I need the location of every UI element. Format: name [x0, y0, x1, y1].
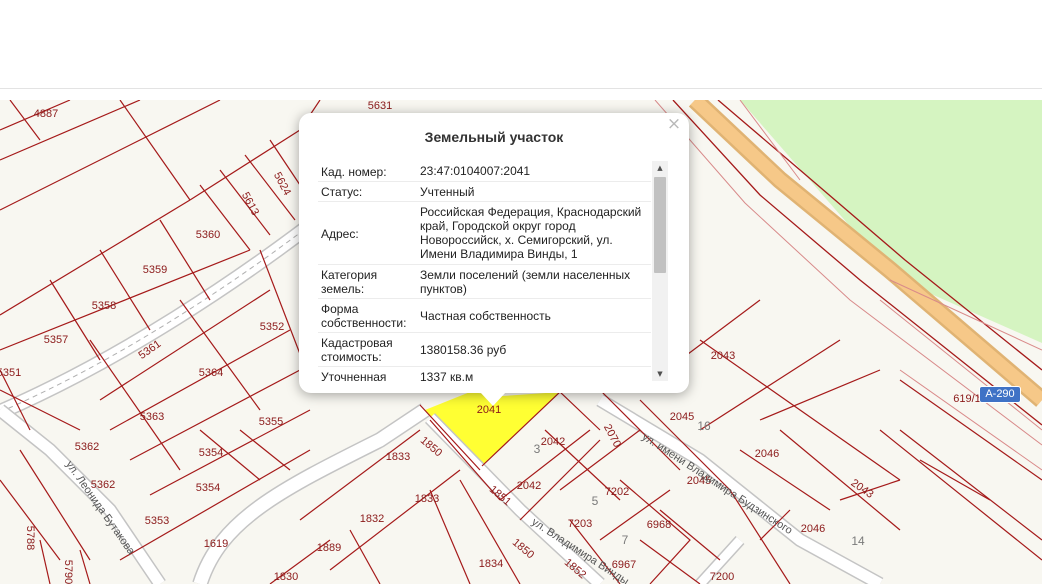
popup-pointer: [480, 392, 506, 406]
parcel-number-label: 7202: [605, 486, 629, 498]
parcel-number-label: 5360: [196, 229, 220, 241]
parcel-number-label: 2046: [755, 448, 779, 460]
parcel-number-label: 5631: [368, 100, 392, 112]
house-number-label: 16: [697, 419, 711, 433]
highway-badge: А-290: [979, 386, 1021, 403]
parcel-number-label: 5355: [259, 416, 283, 428]
parcel-number-label: 2042: [517, 480, 541, 492]
street-name-label: ул. Леонида Бутакова: [63, 459, 137, 558]
parcel-number-label: 5354: [196, 482, 220, 494]
parcel-number-label: 5354: [199, 447, 223, 459]
parcel-info-popup: × Земельный участок Кад. номер: 23:47:01…: [299, 113, 689, 393]
info-row-status: Статус: Учтенный: [318, 182, 651, 202]
info-label: Форма собственности:: [321, 302, 407, 330]
info-row-cadastral-number: Кад. номер: 23:47:0104007:2041: [318, 161, 651, 182]
parcel-number-label: 1834: [479, 558, 503, 570]
parcel-number-label: 5364: [199, 367, 223, 379]
parcel-number-label: 619/1: [953, 393, 981, 405]
info-row-address: Адрес: Российская Федерация, Краснодарск…: [318, 202, 651, 265]
parcel-number-label: 2043: [849, 477, 876, 501]
parcel-number-label: 1833: [415, 493, 439, 505]
popup-scrollbar[interactable]: ▲ ▼: [652, 161, 668, 381]
parcel-number-label: 5353: [145, 515, 169, 527]
parcel-number-label: 7203: [568, 518, 592, 530]
parcel-number-label: 6968: [647, 519, 671, 531]
parcel-number-label: 2070: [601, 422, 623, 449]
parcel-info-list[interactable]: Кад. номер: 23:47:0104007:2041 Статус: У…: [318, 161, 651, 381]
info-value: 23:47:0104007:2041: [420, 164, 531, 178]
scroll-down-arrow-icon[interactable]: ▼: [652, 367, 668, 381]
parcel-number-label: 5362: [75, 441, 99, 453]
parcel-number-label: 1832: [360, 513, 384, 525]
info-value: 1380158.36 руб: [420, 343, 507, 357]
house-number-label: 14: [851, 534, 865, 548]
parcel-number-label: 5358: [92, 300, 116, 312]
parcel-number-label: 5363: [140, 411, 164, 423]
parcel-number-label: 5351: [0, 367, 21, 379]
scroll-thumb[interactable]: [654, 177, 666, 273]
green-area: [740, 100, 1042, 343]
parcel-number-label: 5352: [260, 321, 284, 333]
parcel-number-label: 2046: [801, 523, 825, 535]
scroll-up-arrow-icon[interactable]: ▲: [652, 161, 668, 175]
parcel-number-label: 5357: [44, 334, 68, 346]
parcel-number-label: 5359: [143, 264, 167, 276]
parcel-number-label: 1619: [204, 538, 228, 550]
info-row-land-category: Категория земель: Земли поселений (земли…: [318, 265, 651, 299]
parcel-number-label: 5788: [24, 526, 36, 550]
info-row-ownership: Форма собственности: Частная собственнос…: [318, 299, 651, 333]
house-number-label: 7: [622, 533, 629, 547]
info-row-cadastral-value: Кадастровая стоимость: 1380158.36 руб: [318, 333, 651, 367]
info-label: Адрес:: [321, 226, 359, 241]
top-divider: [0, 88, 1042, 89]
parcel-number-label: 1889: [317, 542, 341, 554]
parcel-number-label: 2042: [541, 436, 565, 448]
info-value: Частная собственность: [420, 309, 551, 323]
info-value: Учтенный: [420, 185, 475, 199]
parcel-number-label: 5613: [239, 190, 261, 217]
parcel-number-label: 2043: [711, 350, 735, 362]
info-label: Статус:: [321, 185, 363, 199]
info-label: Категория земель:: [321, 268, 378, 296]
house-number-label: 5: [592, 494, 599, 508]
parcel-number-label: 2045: [670, 411, 694, 423]
info-value: Земли поселений (земли населенных пункто…: [420, 268, 631, 296]
parcel-number-label: 7200: [710, 571, 734, 583]
info-label: Кадастровая стоимость:: [321, 336, 393, 364]
parcel-number-label: 1833: [386, 451, 410, 463]
info-label: Кад. номер:: [321, 165, 387, 179]
info-value: 1337 кв.м: [420, 370, 474, 381]
top-bar: [0, 0, 1042, 88]
parcel-number-label: 4887: [34, 108, 58, 120]
popup-title: Земельный участок: [424, 129, 564, 145]
info-row-area: Уточненная площадь: 1337 кв.м: [318, 367, 651, 381]
info-value: Российская Федерация, Краснодарский край…: [420, 205, 642, 261]
info-label: Уточненная площадь:: [321, 370, 387, 381]
parcel-number-label: 1830: [274, 571, 298, 583]
parcel-number-label: 5790: [62, 560, 74, 584]
house-number-label: 3: [534, 442, 541, 456]
parcel-number-label: 1850: [510, 536, 536, 561]
